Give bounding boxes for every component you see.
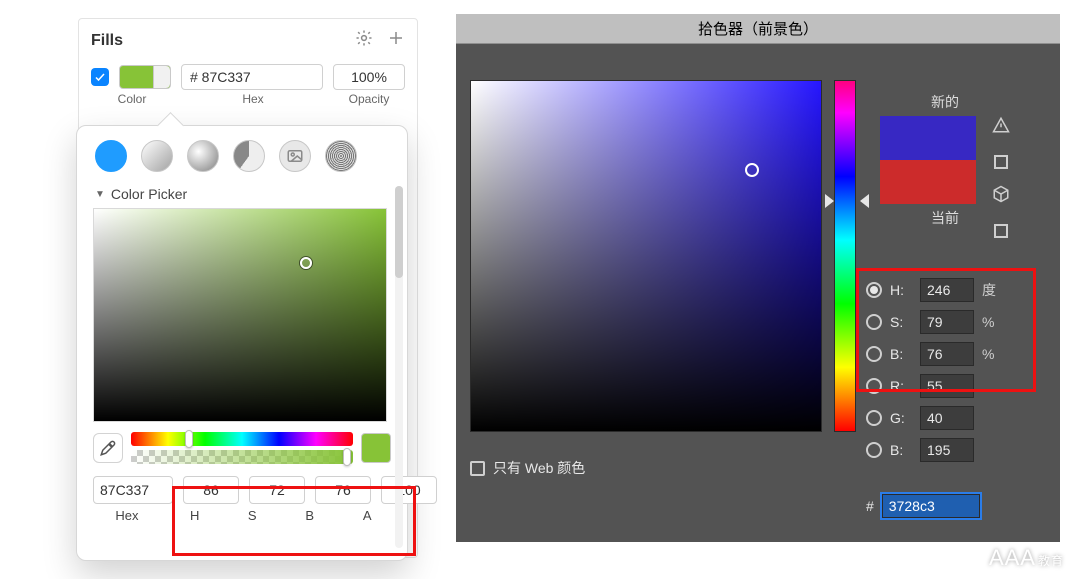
ps-hue-column[interactable]	[834, 80, 856, 432]
plus-icon[interactable]	[387, 29, 405, 52]
fill-mode-linear[interactable]	[141, 140, 173, 172]
ps-color-picker: 拾色器（前景色） 新的 当前	[456, 14, 1060, 542]
row-Bc: B:	[866, 438, 1048, 462]
radio-Bc[interactable]	[866, 442, 882, 458]
fill-mode-noise[interactable]	[325, 140, 357, 172]
saturation-brightness-field[interactable]	[93, 208, 387, 422]
fill-mode-image[interactable]	[279, 140, 311, 172]
current-color-swatch	[361, 433, 391, 463]
popover-scrollbar[interactable]	[395, 186, 403, 548]
web-only-checkbox[interactable]	[470, 461, 485, 476]
label-hex2: Hex	[93, 508, 161, 523]
input-Bc[interactable]	[920, 438, 974, 462]
row-H: H: 度	[866, 278, 1048, 302]
fill-enabled-checkbox[interactable]	[91, 68, 109, 86]
input-Bv[interactable]	[920, 342, 974, 366]
row-R: R:	[866, 374, 1048, 398]
fill-mode-radial[interactable]	[187, 140, 219, 172]
color-popover: ▼ Color Picker	[76, 125, 408, 561]
label-S: S	[228, 508, 276, 523]
label-color: Color	[91, 92, 173, 106]
ps-sb-field[interactable]	[470, 80, 822, 432]
alpha-slider[interactable]	[131, 450, 353, 464]
fill-mode-angular[interactable]	[233, 140, 265, 172]
alpha-knob[interactable]	[343, 448, 351, 466]
label-hex: Hex	[173, 92, 333, 106]
label-A: A	[343, 508, 391, 523]
label-B: B	[286, 508, 334, 523]
radio-H[interactable]	[866, 282, 882, 298]
watermark: AAA教育	[987, 545, 1064, 571]
row-G: G:	[866, 406, 1048, 430]
hex-field[interactable]	[93, 476, 173, 504]
gear-icon[interactable]	[355, 29, 373, 52]
hue-slider[interactable]	[131, 432, 353, 446]
sb-cursor-icon[interactable]	[300, 257, 312, 269]
label-H: H	[171, 508, 219, 523]
hex-input[interactable]	[181, 64, 323, 90]
ps-current-color	[880, 160, 976, 204]
radio-S[interactable]	[866, 314, 882, 330]
input-S[interactable]	[920, 310, 974, 334]
color-picker-label: Color Picker	[111, 186, 187, 202]
b-field[interactable]	[315, 476, 371, 504]
eyedropper-button[interactable]	[93, 433, 123, 463]
row-S: S: %	[866, 310, 1048, 334]
radio-R[interactable]	[866, 378, 882, 394]
row-Bv: B: %	[866, 342, 1048, 366]
fills-title: Fills	[91, 32, 123, 50]
label-opacity: Opacity	[333, 92, 405, 106]
opacity-input[interactable]	[333, 64, 405, 90]
web-only-label: 只有 Web 颜色	[493, 458, 585, 478]
cube-icon[interactable]	[992, 185, 1010, 208]
ps-color-compare	[880, 116, 976, 204]
ps-sb-cursor-icon[interactable]	[745, 163, 759, 177]
s-field[interactable]	[249, 476, 305, 504]
input-H[interactable]	[920, 278, 974, 302]
fill-mode-solid[interactable]	[95, 140, 127, 172]
swatch-options-icon[interactable]	[156, 70, 168, 89]
color-swatch[interactable]	[119, 65, 171, 89]
warning-swatch[interactable]	[994, 155, 1008, 169]
disclosure-triangle-icon[interactable]: ▼	[95, 189, 105, 200]
radio-G[interactable]	[866, 410, 882, 426]
input-G[interactable]	[920, 406, 974, 430]
a-field[interactable]	[381, 476, 437, 504]
ps-new-label: 新的	[880, 92, 1010, 112]
ps-new-color	[880, 116, 976, 160]
cube-swatch[interactable]	[994, 224, 1008, 238]
input-R[interactable]	[920, 374, 974, 398]
ps-hex-input[interactable]	[882, 494, 980, 518]
h-field[interactable]	[183, 476, 239, 504]
radio-Bv[interactable]	[866, 346, 882, 362]
hue-knob[interactable]	[185, 430, 193, 448]
ps-current-label: 当前	[880, 208, 1010, 228]
ps-title: 拾色器（前景色）	[456, 14, 1060, 44]
warning-icon[interactable]	[992, 116, 1010, 139]
hex-hash: #	[866, 498, 874, 514]
fills-panel: Fills	[78, 18, 418, 558]
